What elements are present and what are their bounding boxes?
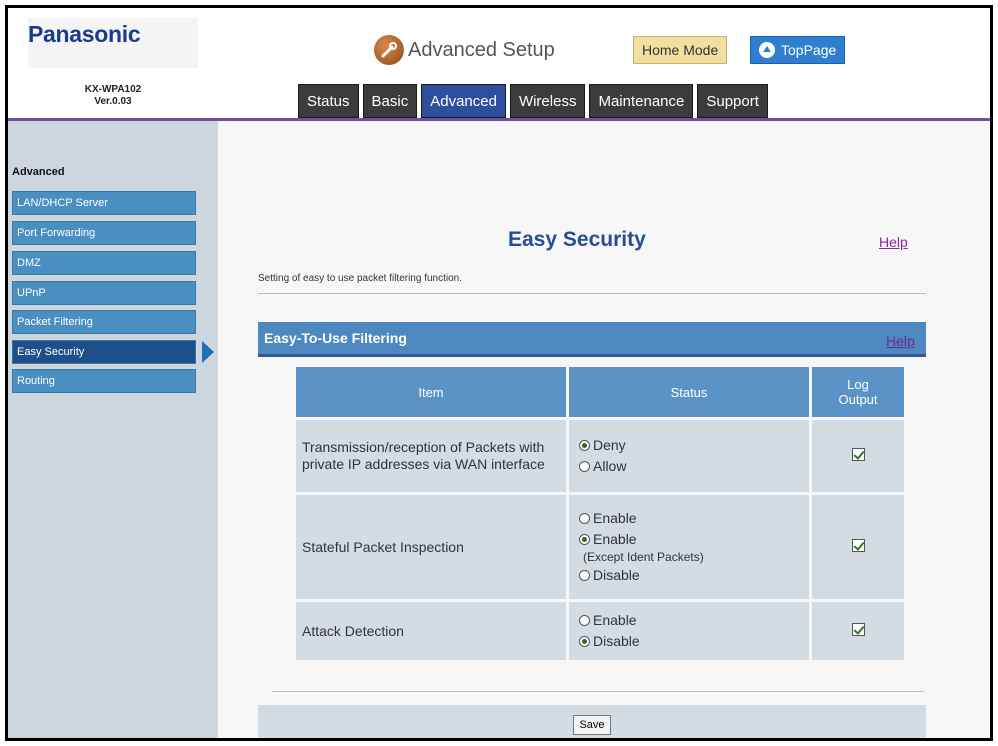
tab-maintenance[interactable]: Maintenance bbox=[589, 84, 694, 118]
model-name: KX-WPA102 bbox=[84, 84, 142, 95]
radio-unselected-icon[interactable] bbox=[579, 461, 590, 472]
main-content: Easy Security Help Setting of easy to us… bbox=[218, 121, 990, 738]
radio-label: Disable bbox=[593, 633, 640, 649]
browser-frame: Panasonic KX-WPA102 Ver.0.03 Advanced Se… bbox=[5, 5, 993, 741]
page-heading: Advanced Setup bbox=[374, 32, 555, 68]
sidebar-item-upnp[interactable]: UPnP bbox=[12, 281, 196, 305]
radio-label: Allow bbox=[593, 458, 627, 474]
sidebar-item-dmz[interactable]: DMZ bbox=[12, 251, 196, 275]
filter-table: Item Status Log Output Transmission/rece… bbox=[293, 364, 907, 663]
radio-label: Disable bbox=[593, 567, 640, 583]
table-header-row: Item Status Log Output bbox=[296, 367, 904, 417]
radio-selected-icon[interactable] bbox=[579, 440, 590, 451]
sidebar: Advanced LAN/DHCP Server Port Forwarding… bbox=[8, 121, 218, 738]
save-bar: Save bbox=[258, 705, 926, 738]
row-item-label: Transmission/reception of Packets with p… bbox=[296, 420, 566, 492]
arrow-right-icon bbox=[202, 341, 214, 363]
radio-label: Enable bbox=[593, 612, 637, 628]
radio-allow[interactable]: Allow bbox=[579, 456, 799, 477]
radio-disable[interactable]: Disable bbox=[579, 565, 799, 586]
radio-label: Enable bbox=[593, 531, 637, 547]
sidebar-title: Advanced bbox=[12, 166, 65, 178]
log-output-checkbox[interactable] bbox=[851, 539, 865, 552]
tab-support[interactable]: Support bbox=[697, 84, 768, 118]
radio-selected-icon[interactable] bbox=[579, 636, 590, 647]
row-item-label: Attack Detection bbox=[296, 602, 566, 660]
column-header-item: Item bbox=[296, 367, 566, 417]
section-title: Easy-To-Use Filtering bbox=[264, 330, 407, 346]
column-header-status: Status bbox=[569, 367, 809, 417]
row-log-cell bbox=[812, 602, 904, 660]
row-log-cell bbox=[812, 495, 904, 599]
table-row: Transmission/reception of Packets with p… bbox=[296, 420, 904, 492]
page-title: Easy Security bbox=[508, 228, 646, 251]
row-status-options: Deny Allow bbox=[569, 420, 809, 492]
row-log-cell bbox=[812, 420, 904, 492]
sidebar-item-routing[interactable]: Routing bbox=[12, 369, 196, 393]
option-note: (Except Ident Packets) bbox=[583, 550, 704, 564]
divider bbox=[272, 691, 924, 692]
radio-selected-icon[interactable] bbox=[579, 534, 590, 545]
table-row: Stateful Packet Inspection Enable Enable… bbox=[296, 495, 904, 599]
tab-status[interactable]: Status bbox=[298, 84, 359, 118]
top-page-label: TopPage bbox=[781, 42, 837, 58]
tab-basic[interactable]: Basic bbox=[362, 84, 418, 118]
sidebar-item-packet-filtering[interactable]: Packet Filtering bbox=[12, 310, 196, 334]
row-status-options: Enable Enable (Except Ident Packets) Dis… bbox=[569, 495, 809, 599]
home-mode-button[interactable]: Home Mode bbox=[633, 36, 728, 64]
log-output-label: Log Output bbox=[838, 377, 878, 407]
wrench-icon bbox=[374, 35, 404, 65]
section-help-link[interactable]: Help bbox=[886, 333, 915, 349]
radio-disable[interactable]: Disable bbox=[579, 631, 799, 652]
sidebar-item-port-forwarding[interactable]: Port Forwarding bbox=[12, 221, 196, 245]
radio-unselected-icon[interactable] bbox=[579, 570, 590, 581]
up-arrow-icon bbox=[759, 42, 775, 58]
log-output-checkbox[interactable] bbox=[851, 623, 865, 636]
section-header: Easy-To-Use Filtering bbox=[258, 322, 926, 357]
sidebar-item-lan-dhcp-server[interactable]: LAN/DHCP Server bbox=[12, 191, 196, 215]
save-button[interactable]: Save bbox=[573, 715, 611, 735]
radio-deny[interactable]: Deny bbox=[579, 435, 799, 456]
radio-enable-except-ident[interactable]: Enable bbox=[579, 529, 799, 550]
row-status-options: Enable Disable bbox=[569, 602, 809, 660]
row-item-label: Stateful Packet Inspection bbox=[296, 495, 566, 599]
device-info: KX-WPA102 Ver.0.03 bbox=[68, 84, 158, 108]
brand-logo: Panasonic bbox=[28, 21, 141, 47]
page-description: Setting of easy to use packet filtering … bbox=[258, 273, 463, 284]
page-heading-text: Advanced Setup bbox=[408, 38, 555, 61]
tab-wireless[interactable]: Wireless bbox=[509, 84, 586, 118]
table-row: Attack Detection Enable Disable bbox=[296, 602, 904, 660]
radio-unselected-icon[interactable] bbox=[579, 615, 590, 626]
radio-label: Deny bbox=[593, 437, 626, 453]
radio-unselected-icon[interactable] bbox=[579, 513, 590, 524]
help-link[interactable]: Help bbox=[879, 234, 908, 250]
header: Panasonic KX-WPA102 Ver.0.03 Advanced Se… bbox=[8, 8, 990, 118]
radio-enable[interactable]: Enable bbox=[579, 508, 799, 529]
radio-label: Enable bbox=[593, 510, 637, 526]
column-header-log-output: Log Output bbox=[812, 367, 904, 417]
firmware-version: Ver.0.03 bbox=[94, 96, 132, 107]
sidebar-item-easy-security[interactable]: Easy Security bbox=[12, 340, 196, 364]
top-page-button[interactable]: TopPage bbox=[750, 36, 846, 64]
divider bbox=[258, 293, 926, 294]
tab-advanced[interactable]: Advanced bbox=[421, 84, 506, 118]
main-tabs: Status Basic Advanced Wireless Maintenan… bbox=[298, 84, 768, 118]
radio-enable[interactable]: Enable bbox=[579, 610, 799, 631]
log-output-checkbox[interactable] bbox=[851, 448, 865, 461]
